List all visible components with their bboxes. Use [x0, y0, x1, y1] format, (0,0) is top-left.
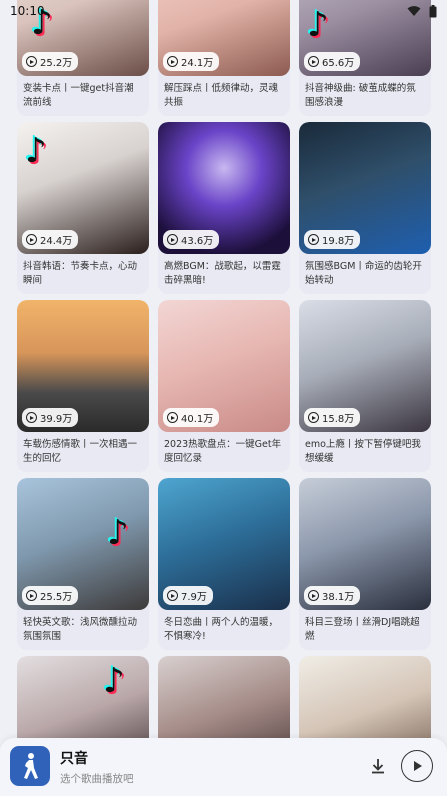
play-button[interactable] — [401, 750, 433, 782]
playlist-card[interactable]: 7.9万 冬日恋曲丨两个人的温暖，不惧寒冷! — [158, 478, 290, 650]
play-count-icon — [26, 412, 37, 423]
playlist-card[interactable]: 40.1万 2023热歌盘点：一键Get年度回忆录 — [158, 300, 290, 472]
card-title: 抖音神级曲: 破茧成蝶的氛围感浪漫 — [305, 83, 416, 108]
player-title: 只音 — [60, 751, 88, 767]
card-title: emo上瘾丨按下暂停键吧我想缓缓 — [305, 439, 421, 464]
play-count-badge: 7.9万 — [163, 586, 213, 605]
card-title: 解压踩点丨低频律动，灵魂共振 — [164, 83, 279, 108]
play-count-icon — [167, 412, 178, 423]
play-count-icon — [308, 590, 319, 601]
tiktok-logo-icon: ♪ — [107, 513, 129, 553]
play-count-icon — [308, 412, 319, 423]
card-title: 轻快英文歌：浅风微醺拉动氛围氛围 — [23, 617, 138, 642]
card-title: 冬日恋曲丨两个人的温暖，不惧寒冷! — [164, 617, 279, 642]
cover-image: 43.6万 — [158, 122, 290, 254]
cover-image: 38.1万 — [299, 478, 431, 610]
play-count-badge: 24.4万 — [22, 230, 79, 249]
card-title: 2023热歌盘点：一键Get年度回忆录 — [164, 439, 282, 464]
cover-image — [158, 656, 290, 740]
card-title: 抖音韩语：节奏卡点，心动瞬间 — [23, 261, 138, 286]
play-count-badge: 25.5万 — [22, 586, 79, 605]
card-title: 变装卡点丨一键get抖音潮流前线 — [23, 83, 134, 108]
play-count-icon — [26, 234, 37, 245]
cover-image: 40.1万 — [158, 300, 290, 432]
card-title: 科目三登场丨丝滑DJ唱跳超燃 — [305, 617, 420, 642]
cover-image: 15.8万 — [299, 300, 431, 432]
cover-image: ♪ — [17, 656, 149, 740]
player-avatar — [10, 746, 50, 786]
mini-player[interactable]: 只音 选个歌曲播放吧 — [0, 738, 447, 796]
play-count-icon — [167, 56, 178, 67]
wifi-icon — [407, 6, 421, 16]
play-count-badge: 15.8万 — [304, 408, 361, 427]
playlist-card[interactable]: 19.8万 氛围感BGM丨命运的齿轮开始转动 — [299, 122, 431, 294]
playlist-card[interactable]: 15.8万 emo上瘾丨按下暂停键吧我想缓缓 — [299, 300, 431, 472]
walking-figure-icon — [24, 753, 38, 779]
cover-image: 19.8万 — [299, 122, 431, 254]
card-title: 氛围感BGM丨命运的齿轮开始转动 — [305, 261, 422, 286]
play-count-icon — [26, 56, 37, 67]
cover-image: ♪ 24.4万 — [17, 122, 149, 254]
play-count-icon — [167, 590, 178, 601]
tiktok-logo-icon: ♪ — [25, 131, 47, 171]
cover-image: 39.9万 — [17, 300, 149, 432]
playlist-card[interactable] — [299, 656, 431, 740]
card-title: 高燃BGM：战歌起，以雷霆击碎黑暗! — [164, 261, 281, 286]
cover-image — [299, 656, 431, 740]
play-count-icon — [308, 56, 319, 67]
playlist-card[interactable]: ♪ — [17, 656, 149, 740]
playlist-grid: ♪ 25.2万 变装卡点丨一键get抖音潮流前线 24.1万 解压踩点丨低频律动… — [0, 0, 447, 740]
play-count-badge: 38.1万 — [304, 586, 361, 605]
play-count-badge: 24.1万 — [163, 52, 220, 71]
card-title: 车载伤感情歌丨一次相遇一生的回忆 — [23, 439, 138, 464]
play-count-badge: 25.2万 — [22, 52, 79, 71]
play-count-badge: 43.6万 — [163, 230, 220, 249]
cover-image: 7.9万 — [158, 478, 290, 610]
play-count-badge: 39.9万 — [22, 408, 79, 427]
battery-icon — [429, 4, 437, 17]
play-count-badge: 40.1万 — [163, 408, 220, 427]
play-count-icon — [26, 590, 37, 601]
cover-image: ♪ 25.5万 — [17, 478, 149, 610]
playlist-card[interactable]: ♪ 25.5万 轻快英文歌：浅风微醺拉动氛围氛围 — [17, 478, 149, 650]
playlist-card[interactable]: ♪ 24.4万 抖音韩语：节奏卡点，心动瞬间 — [17, 122, 149, 294]
player-subtitle: 选个歌曲播放吧 — [60, 773, 134, 785]
status-time: 10:10 — [10, 4, 45, 18]
status-bar: 10:10 — [0, 0, 447, 22]
playlist-card[interactable]: 38.1万 科目三登场丨丝滑DJ唱跳超燃 — [299, 478, 431, 650]
playlist-card[interactable] — [158, 656, 290, 740]
play-count-icon — [308, 234, 319, 245]
playlist-card[interactable]: 39.9万 车载伤感情歌丨一次相遇一生的回忆 — [17, 300, 149, 472]
tiktok-logo-icon: ♪ — [103, 661, 125, 701]
playlist-card[interactable]: 43.6万 高燃BGM：战歌起，以雷霆击碎黑暗! — [158, 122, 290, 294]
download-icon[interactable] — [368, 756, 388, 776]
play-count-badge: 19.8万 — [304, 230, 361, 249]
play-count-icon — [167, 234, 178, 245]
play-count-badge: 65.6万 — [304, 52, 361, 71]
